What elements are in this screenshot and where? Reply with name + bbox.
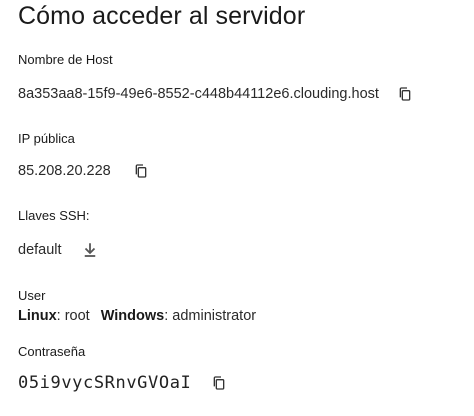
user-label: User: [18, 288, 46, 303]
copy-icon: [135, 164, 147, 178]
linux-label: Linux: [18, 308, 57, 324]
ssh-keys-label: Llaves SSH:: [18, 208, 90, 223]
copy-icon: [214, 376, 225, 390]
hostname-value[interactable]: 8a353aa8-15f9-49e6-8552-c448b44112e6.clo…: [18, 86, 379, 102]
public-ip-value[interactable]: 85.208.20.228: [18, 163, 111, 179]
public-ip-label: IP pública: [18, 131, 75, 146]
download-icon: [84, 243, 95, 257]
password-value[interactable]: 05i9vycSRnvGVOaI: [18, 373, 191, 393]
public-ip-row: 85.208.20.228: [18, 161, 151, 181]
ssh-key-row: default: [18, 240, 100, 260]
page-title: Cómo acceder al servidor: [18, 2, 306, 30]
password-label: Contraseña: [18, 344, 86, 359]
hostname-row: 8a353aa8-15f9-49e6-8552-c448b44112e6.clo…: [18, 84, 415, 104]
ssh-key-name: default: [18, 242, 62, 258]
copy-icon: [399, 87, 411, 101]
copy-hostname-button[interactable]: [395, 84, 415, 104]
copy-ip-button[interactable]: [131, 161, 151, 181]
password-row: 05i9vycSRnvGVOaI: [18, 373, 229, 393]
hostname-label: Nombre de Host: [18, 52, 113, 67]
server-access-panel: Cómo acceder al servidor Nombre de Host …: [0, 0, 474, 416]
copy-password-button[interactable]: [209, 373, 229, 393]
linux-user-value: : root: [56, 308, 90, 324]
download-ssh-key-button[interactable]: [80, 240, 100, 260]
user-credentials-row: Linux : root Windows : administrator: [18, 308, 256, 324]
windows-user-value: : administrator: [164, 308, 257, 324]
windows-label: Windows: [100, 308, 165, 324]
